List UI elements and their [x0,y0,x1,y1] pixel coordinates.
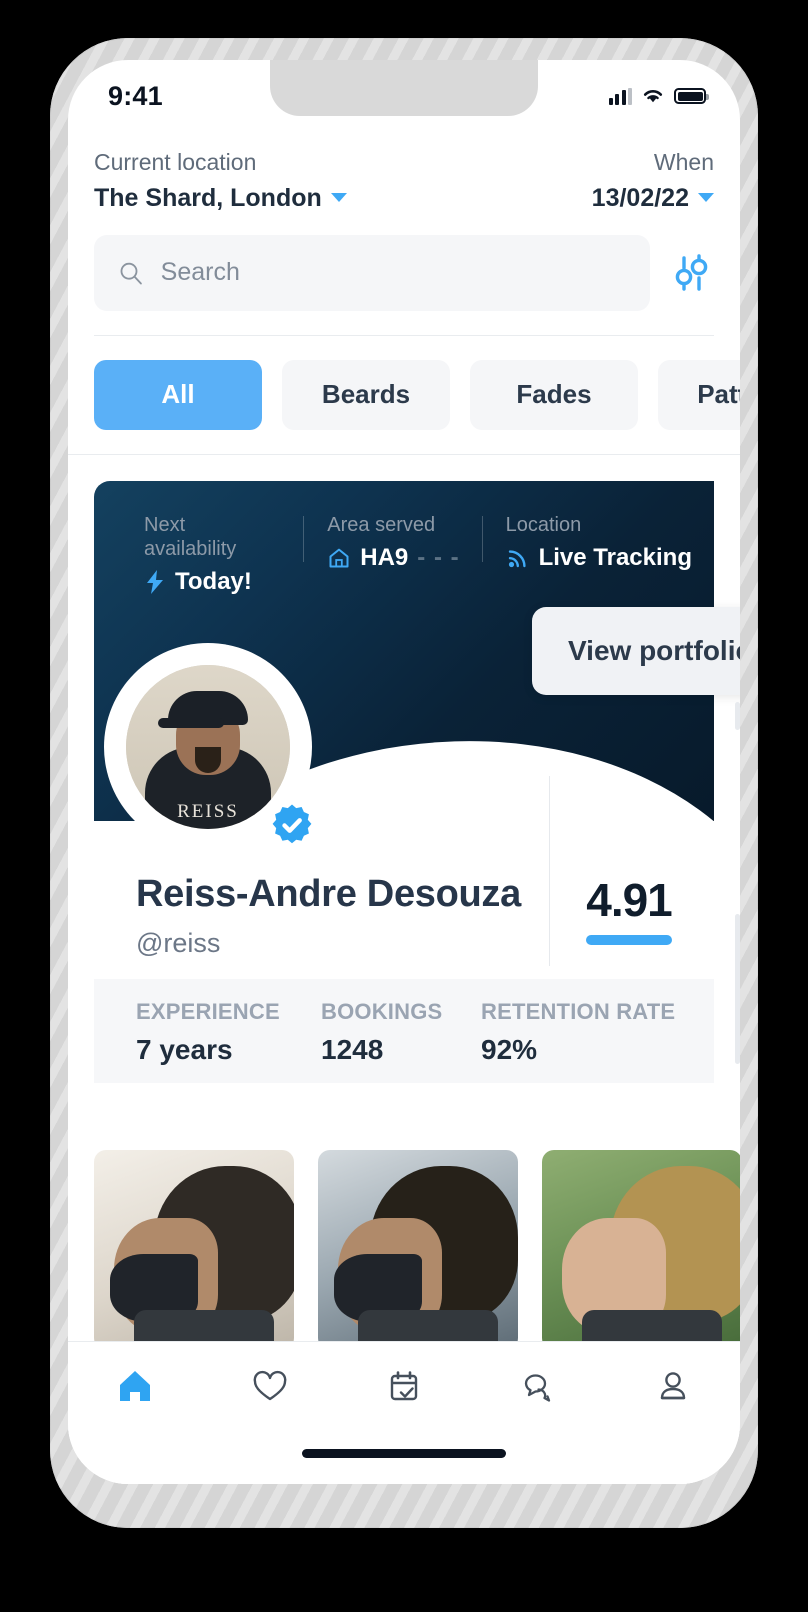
stat-retention-rate: RETENTION RATE 92% [481,999,675,1083]
live-broadcast-icon [508,550,526,567]
info-value: Today! [144,568,281,596]
barber-handle: @reiss [136,927,221,958]
filter-sliders-icon [675,254,708,291]
avatar-ring: REISS [104,642,312,851]
search-input[interactable] [160,258,626,288]
card-info-strip: Next availability Today! Area served HA9… [94,513,714,596]
barber-identity: Reiss-Andre Desouza @reiss [136,873,521,959]
when-label: When [653,149,714,175]
search-row [94,234,714,311]
when-text: 13/02/22 [591,183,689,212]
rating-underline [586,934,672,945]
barber-card[interactable]: Next availability Today! Area served HA9… [94,480,740,1083]
info-label: Area served [327,513,436,536]
heart-icon [253,1370,286,1401]
stat-label: BOOKINGS [321,998,443,1024]
location-selector[interactable]: Current location The Shard, London [94,148,347,213]
stat-bookings: BOOKINGS 1248 [321,999,481,1083]
info-next-availability: Next availability Today! [144,513,303,596]
nav-item-home[interactable] [68,1364,202,1408]
info-value: HA9 - - - [327,544,459,572]
haircut-photo-2[interactable] [318,1150,518,1350]
stat-value: 7 years [136,1033,233,1065]
info-value-text: HA9 [360,543,409,571]
info-value: Live Tracking [506,544,692,572]
top-bar: Current location The Shard, London When … [68,122,740,336]
chevron-down-icon [698,193,714,203]
portfolio-thumbnail-row[interactable] [94,1150,740,1350]
when-value[interactable]: 13/02/22 [592,184,714,213]
phone-screen: 9:41 Current location The Shard, London … [68,60,740,1484]
search-icon [120,262,142,285]
scroll-indicator[interactable] [735,914,740,1064]
info-area-served: Area served HA9 - - - [303,513,481,572]
stat-value: 92% [481,1033,538,1065]
home-icon [120,1371,151,1401]
battery-icon [674,88,709,104]
nav-item-messages[interactable] [471,1364,605,1408]
home-indicator [302,1449,506,1458]
stat-label: EXPERIENCE [136,998,280,1024]
location-text: The Shard, London [94,183,322,212]
home-icon [329,548,349,568]
category-chip-fades[interactable]: Fades [470,359,638,430]
barber-name: Reiss-Andre Desouza [136,872,521,915]
bottom-navigation [68,1342,740,1484]
info-label: Next availability [144,513,237,560]
info-label: Location [505,513,582,536]
barber-card-wrap: Next availability Today! Area served HA9… [68,455,740,1083]
category-chip-row[interactable]: All Beards Fades Pattern [68,336,740,454]
cellular-signal-icon [608,87,632,105]
nav-item-bookings[interactable] [337,1364,471,1408]
category-chip-all[interactable]: All [94,359,262,430]
info-value-suffix: - - - [417,543,460,571]
avatar[interactable]: REISS [126,664,290,829]
stats-bar: EXPERIENCE 7 years BOOKINGS 1248 RETENTI… [94,978,714,1083]
haircut-photo-1[interactable] [94,1150,294,1350]
rating-divider [549,775,550,966]
info-location: Location Live Tracking [481,513,714,572]
avatar-caption: REISS [177,800,239,822]
stat-value: 1248 [321,1033,384,1065]
verified-badge-icon [272,804,312,844]
info-value-text: Live Tracking [538,543,692,571]
status-time: 9:41 [108,80,163,111]
avatar-photo-cap [158,690,248,728]
location-label: Current location [94,149,257,175]
person-icon [660,1372,686,1400]
status-bar: 9:41 [68,60,740,122]
stat-label: RETENTION RATE [481,998,676,1024]
avatar-photo-beard [195,746,221,773]
date-selector[interactable]: When 13/02/22 [592,148,714,213]
chevron-down-icon [330,193,347,203]
stat-experience: EXPERIENCE 7 years [136,999,321,1083]
search-box[interactable] [94,234,650,311]
nav-item-profile[interactable] [606,1364,740,1408]
filter-button[interactable] [668,250,714,296]
rating-block: 4.91 [586,873,673,945]
info-value-text: Today! [175,567,252,595]
category-chip-beards[interactable]: Beards [282,359,450,430]
calendar-check-icon [390,1371,418,1401]
haircut-photo-3[interactable] [542,1150,740,1350]
lightning-bolt-icon [147,569,163,594]
nav-item-favourites[interactable] [202,1364,336,1408]
category-chip-pattern[interactable]: Pattern [658,359,740,430]
rating-value: 4.91 [586,873,673,926]
view-portfolio-button[interactable]: View portfolio [532,606,740,695]
phone-frame: 9:41 Current location The Shard, London … [50,38,758,1528]
status-icons [608,87,709,105]
scroll-indicator[interactable] [735,702,740,730]
location-when-row: Current location The Shard, London When … [94,148,714,213]
location-value[interactable]: The Shard, London [94,184,347,213]
chat-bubbles-icon [525,1374,551,1402]
app-scroll-body[interactable]: Current location The Shard, London When … [68,122,740,1484]
wifi-icon [643,90,663,103]
